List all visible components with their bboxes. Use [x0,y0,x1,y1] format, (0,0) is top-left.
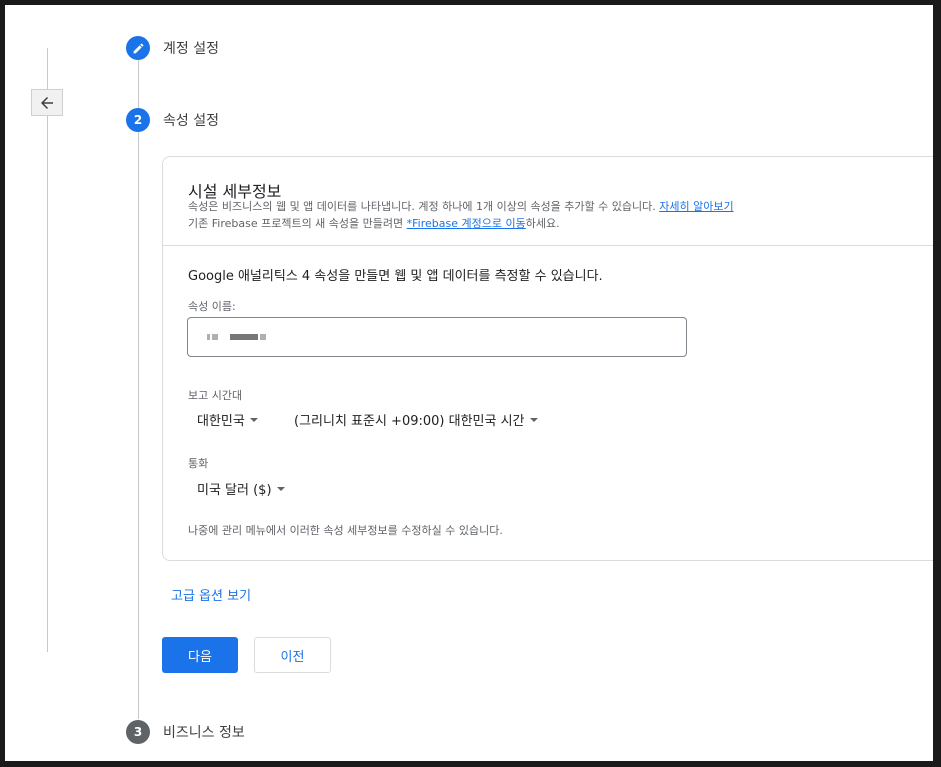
card-header: 시설 세부정보 속성은 비즈니스의 웹 및 앱 데이터를 나타냅니다. 계정 하… [163,157,933,246]
stepper-connector [138,60,139,108]
advanced-options-link[interactable]: 고급 옵션 보기 [171,585,251,604]
step-1-title: 계정 설정 [163,41,219,57]
step-3-title: 비즈니스 정보 [163,725,245,741]
pencil-icon [133,43,143,53]
outer-timeline [47,48,48,652]
property-name-input[interactable] [187,317,687,357]
step-3-circle: 3 [126,720,150,744]
page-frame: 계정 설정 2 속성 설정 시설 세부정보 속성은 비즈니스의 웹 및 앱 데이… [5,5,933,761]
currency-label: 통화 [188,457,209,470]
caret-down-icon [249,417,258,422]
step-2-circle: 2 [126,108,150,132]
currency-dropdown[interactable]: 미국 달러 ($) [197,479,285,498]
timezone-dropdown[interactable]: (그리니치 표준시 +09:00) 대한민국 시간 [294,410,538,429]
ga4-info-text: Google 애널리틱스 4 속성을 만들면 웹 및 앱 데이터를 측정할 수 … [188,269,603,284]
property-name-label: 속성 이름: [188,300,236,313]
arrow-left-icon [41,96,53,109]
property-details-card: 시설 세부정보 속성은 비즈니스의 웹 및 앱 데이터를 나타냅니다. 계정 하… [162,156,933,561]
firebase-text: 기존 Firebase 프로젝트의 새 속성을 만들려면 [188,217,404,230]
caret-down-icon [276,486,285,491]
learn-more-link[interactable]: 자세히 알아보기 [659,200,733,213]
currency-value: 미국 달러 ($) [197,483,272,498]
step-2-title: 속성 설정 [163,113,219,129]
step-1-circle [126,36,150,60]
next-button[interactable]: 다음 [162,637,238,673]
firebase-account-link[interactable]: *Firebase 계정으로 이동 [407,217,526,230]
country-value: 대한민국 [197,414,245,429]
redacted-text [212,334,218,340]
back-button[interactable] [31,89,63,116]
redacted-text [207,334,210,340]
previous-button[interactable]: 이전 [254,637,331,673]
firebase-text-suffix: 하세요. [525,217,560,230]
redacted-text [230,334,258,340]
card-description-line2: 기존 Firebase 프로젝트의 새 속성을 만들려면 *Firebase 계… [188,215,560,231]
footer-note: 나중에 관리 메뉴에서 이러한 속성 세부정보를 수정하실 수 있습니다. [188,524,503,537]
redacted-text [260,334,266,340]
timezone-value: (그리니치 표준시 +09:00) 대한민국 시간 [294,414,525,429]
timezone-label: 보고 시간대 [188,389,243,402]
country-dropdown[interactable]: 대한민국 [197,410,258,429]
stepper-connector [138,132,139,719]
card-description-line1: 속성은 비즈니스의 웹 및 앱 데이터를 나타냅니다. 계정 하나에 1개 이상… [188,198,734,214]
caret-down-icon [529,417,538,422]
description-text: 속성은 비즈니스의 웹 및 앱 데이터를 나타냅니다. 계정 하나에 1개 이상… [188,200,656,213]
